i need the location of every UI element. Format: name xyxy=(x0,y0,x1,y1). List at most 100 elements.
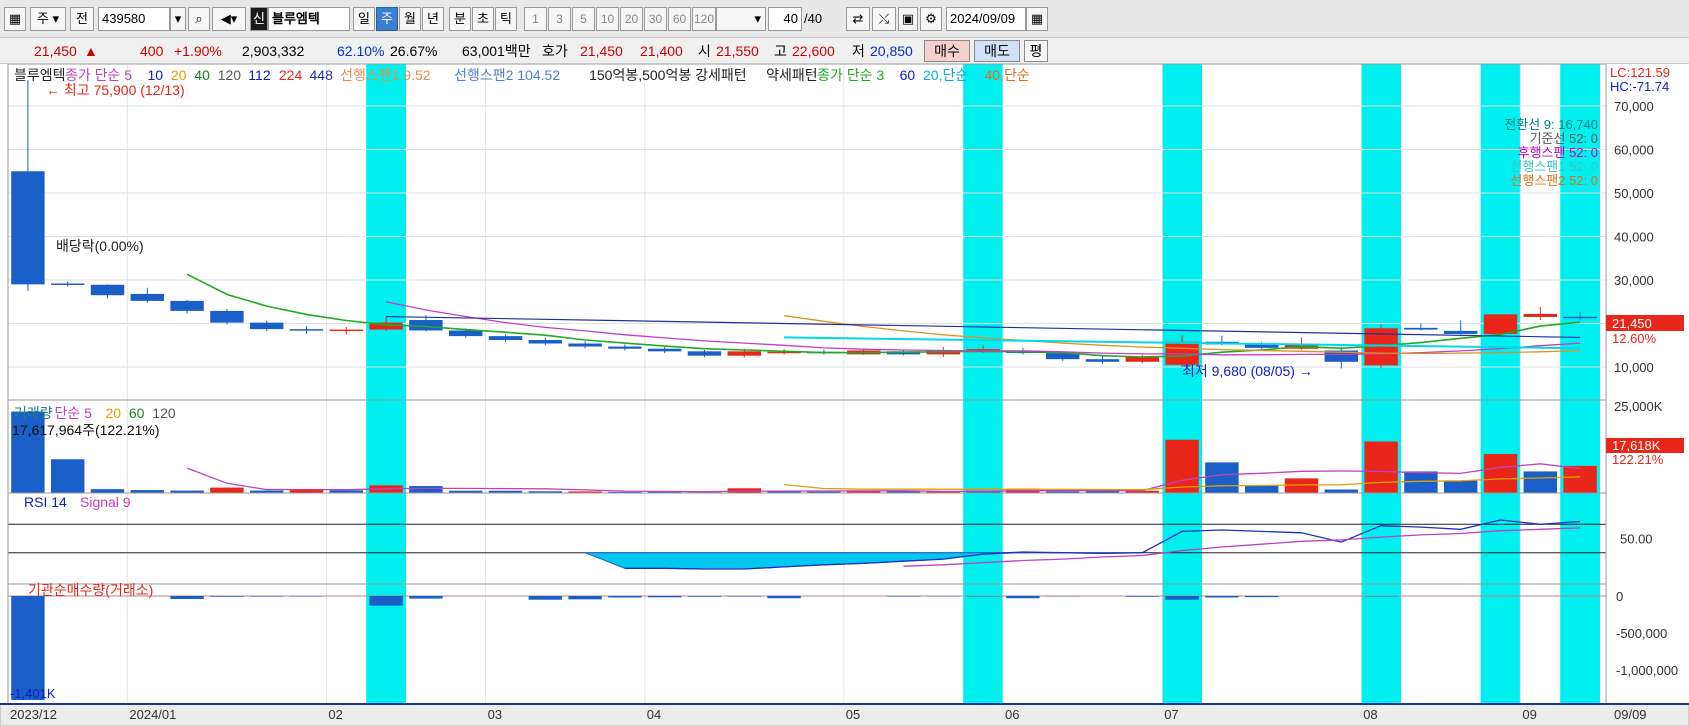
x-axis-strip xyxy=(0,703,1689,726)
x-tick-label: 02 xyxy=(328,707,342,722)
quote-bar: 21,450 ▲ 400 +1.90% 2,903,332 62.10% 26.… xyxy=(0,38,1689,64)
sell-button[interactable]: 매도 xyxy=(974,40,1020,62)
up-arrow-icon: ▲ xyxy=(84,43,98,59)
date-input[interactable]: 2024/09/09 xyxy=(946,7,1026,31)
institution-bar xyxy=(1205,596,1239,598)
institution-y-tick: -500,000 xyxy=(1616,626,1667,641)
count-total: /40 xyxy=(804,11,823,26)
x-tick-label: 2024/01 xyxy=(129,707,176,722)
period-value: 주 xyxy=(36,11,49,26)
price-legend-item: 150억봉,500억봉 강세패턴 xyxy=(589,67,747,83)
price-legend-item: 선행스팬1 9.52 xyxy=(340,67,431,83)
last-price-tag: 21,450 xyxy=(1612,316,1652,331)
ichimoku-label: 기준선 52: 0 xyxy=(1530,131,1598,146)
menu-icon[interactable]: ▦ xyxy=(4,7,26,31)
candle-body xyxy=(727,351,762,356)
candle-body xyxy=(1404,327,1438,330)
y-tick-label: 10,000 xyxy=(1614,360,1654,375)
hc-label: HC:-71.74 xyxy=(1610,79,1669,94)
speaker-icon[interactable]: ◀▾ xyxy=(212,7,246,31)
interval-button[interactable]: 30 xyxy=(644,7,667,31)
ichimoku-label: 전환선 9: 16,740 xyxy=(1504,117,1598,132)
toolbar: ▦ 주 ▾ 전 439580 ▾ ⌕ ◀▾ 신 블루엠텍 일 주 월 년 분 초… xyxy=(0,0,1689,38)
ichimoku-label: 선행스팬1 52: 0 xyxy=(1510,159,1598,174)
save-icon[interactable]: ▣ xyxy=(898,7,918,31)
gear-icon[interactable]: ⚙ xyxy=(920,7,942,31)
volume-bar xyxy=(210,487,244,493)
period-minute-button[interactable]: 분 xyxy=(449,7,471,31)
volume-legend-item: 60 xyxy=(129,405,145,421)
volume-tag-value: 17,618K xyxy=(1612,438,1661,453)
institution-bar xyxy=(568,596,602,600)
price-change-pct: +1.90% xyxy=(174,43,222,59)
x-tick-label: 2023/12 xyxy=(10,707,57,722)
ichimoku-label: 후행스팬 52: 0 xyxy=(1518,145,1598,160)
institution-y-tick: 0 xyxy=(1616,589,1623,604)
institution-bar xyxy=(767,596,801,599)
candle-body xyxy=(1523,313,1558,317)
calendar-icon[interactable]: ▦ xyxy=(1026,7,1048,31)
bid-price: 21,400 xyxy=(640,43,683,59)
buy-button[interactable]: 매수 xyxy=(924,40,970,62)
low-annotation: 최저 9,680 (08/05) → xyxy=(1182,363,1313,379)
chart-background xyxy=(0,64,1689,726)
volume-bar xyxy=(409,486,443,493)
interval-button[interactable]: 20 xyxy=(620,7,643,31)
volume-bar xyxy=(1205,462,1239,493)
period-year-button[interactable]: 년 xyxy=(422,7,444,31)
institution-bar xyxy=(886,596,921,597)
volume-bar xyxy=(1324,489,1359,493)
candle-body xyxy=(50,283,85,285)
period-second-button[interactable]: 초 xyxy=(472,7,494,31)
search-icon[interactable]: ⌕ xyxy=(188,7,210,31)
interval-button[interactable]: 5 xyxy=(572,7,595,31)
period-day-button[interactable]: 일 xyxy=(353,7,375,31)
candle-body xyxy=(568,343,602,347)
stock-name[interactable]: 블루엠텍 xyxy=(268,7,350,31)
period-tick-button[interactable]: 틱 xyxy=(495,7,517,31)
stock-chart[interactable]: 10,00020,00030,00040,00050,00060,00070,0… xyxy=(0,64,1689,726)
x-tick-label: 05 xyxy=(846,707,860,722)
candle-body xyxy=(647,348,682,352)
x-right-label: 09/09 xyxy=(1614,707,1647,722)
stock-code-input[interactable]: 439580 xyxy=(98,7,170,31)
candle-body xyxy=(170,300,204,311)
low-label: 저 xyxy=(852,43,865,59)
code-dropdown-icon[interactable]: ▾ xyxy=(170,7,186,31)
eval-button[interactable]: 평 xyxy=(1024,40,1048,62)
open-label: 시 xyxy=(698,43,711,59)
candle-body xyxy=(329,329,364,332)
prev-button[interactable]: 전 xyxy=(70,7,94,31)
volume-tag-pct: 122.21% xyxy=(1612,452,1664,467)
interval-button[interactable]: 10 xyxy=(596,7,619,31)
link-icon[interactable]: ⇄ xyxy=(846,7,870,31)
interval-button[interactable]: 60 xyxy=(668,7,691,31)
ask-label: 호가 xyxy=(542,43,568,59)
interval-button[interactable]: 3 xyxy=(548,7,571,31)
institution-bar xyxy=(249,596,284,597)
interval-button[interactable]: 120 xyxy=(692,7,716,31)
candle-body xyxy=(90,284,125,296)
price-legend-item: 20 xyxy=(171,67,187,83)
custom-interval-dropdown[interactable]: ▾ xyxy=(716,7,766,31)
volume-legend-item: 단순 5 xyxy=(55,405,93,421)
count-input[interactable]: 40 xyxy=(768,7,802,31)
institution-bar xyxy=(369,596,403,606)
institution-title: 기관순매수량(거래소) xyxy=(28,582,153,598)
draw-icon[interactable]: ⤯ xyxy=(872,7,896,31)
volume-legend-item: 120 xyxy=(152,405,176,421)
volume-bar xyxy=(50,459,85,493)
volume-legend-item: 20 xyxy=(106,405,122,421)
period-week-button[interactable]: 주 xyxy=(376,7,398,31)
period-month-button[interactable]: 월 xyxy=(399,7,421,31)
candle-body xyxy=(687,351,722,356)
price-legend-item: 112 xyxy=(248,67,271,83)
ask-price: 21,450 xyxy=(580,43,623,59)
rsi-legend-item: Signal 9 xyxy=(80,494,131,510)
period-dropdown[interactable]: 주 ▾ xyxy=(30,7,66,31)
interval-button[interactable]: 1 xyxy=(524,7,547,31)
institution-bar xyxy=(647,596,682,598)
rsi-y-tick: 50.00 xyxy=(1620,532,1653,547)
institution-bar xyxy=(1125,596,1160,597)
price-legend-item: 10 xyxy=(148,67,164,83)
